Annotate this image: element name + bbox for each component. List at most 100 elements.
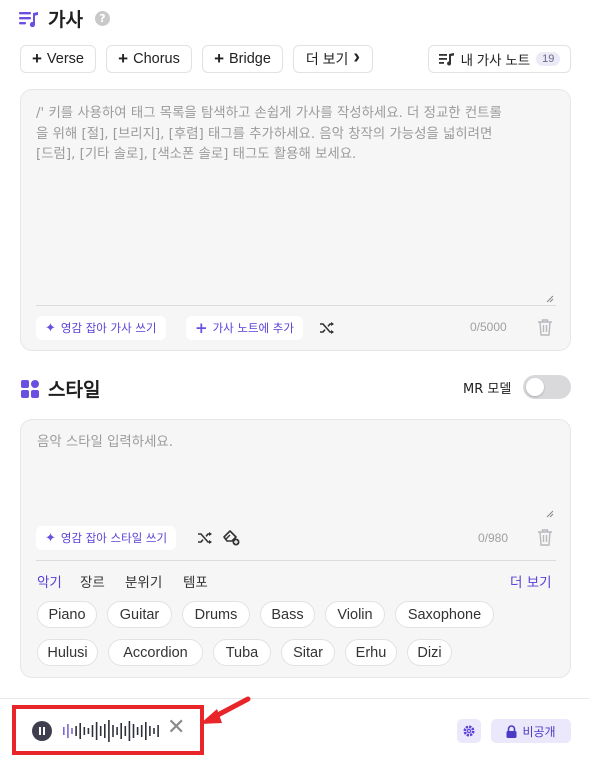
lock-icon	[506, 724, 517, 738]
lyrics-title: 가사	[48, 9, 83, 31]
waveform[interactable]	[62, 718, 162, 744]
waveform-bar	[91, 725, 94, 737]
inspire-lyrics-label: 영감 잡아 가사 쓰기	[60, 321, 157, 335]
magic-eraser-icon[interactable]	[222, 529, 241, 546]
style-divider	[36, 560, 556, 561]
waveform-bar	[79, 723, 81, 739]
lyrics-divider	[36, 305, 556, 306]
waveform-bar	[104, 724, 106, 738]
style-header: 스타일	[20, 375, 100, 402]
chip-hulusi[interactable]: Hulusi	[37, 639, 98, 666]
audio-player: ✕	[12, 705, 204, 755]
add-bridge-button[interactable]: + Bridge	[202, 45, 283, 73]
tab-instrument[interactable]: 악기	[37, 571, 62, 591]
trash-icon[interactable]	[537, 318, 553, 336]
waveform-bar	[153, 728, 155, 734]
more-tags-button[interactable]: 더 보기 ›	[293, 45, 373, 73]
sparkle-icon: ✦	[45, 320, 56, 336]
waveform-bar	[140, 725, 143, 737]
waveform-bar	[145, 722, 147, 740]
chip-piano[interactable]: Piano	[37, 601, 97, 628]
waveform-bar	[87, 728, 90, 734]
lyrics-input[interactable]: /' 키를 사용하여 태그 목록을 탐색하고 손쉽게 가사를 작성하세요. 더 …	[36, 104, 561, 166]
waveform-bar	[149, 726, 151, 736]
chip-erhu[interactable]: Erhu	[345, 639, 397, 666]
shuffle-icon[interactable]	[319, 321, 335, 335]
more-styles-link[interactable]: 더 보기	[510, 571, 552, 591]
tab-genre[interactable]: 장르	[80, 571, 105, 591]
lyrics-char-counter: 0/5000	[470, 320, 507, 334]
style-input[interactable]: 음악 스타일 입력하세요.	[37, 433, 537, 454]
close-player-icon[interactable]: ✕	[167, 717, 185, 739]
waveform-bar	[112, 725, 114, 737]
chip-tuba[interactable]: Tuba	[213, 639, 271, 666]
bottom-divider	[0, 698, 589, 699]
waveform-bar	[99, 726, 102, 736]
waveform-bar	[120, 723, 122, 739]
waveform-bar	[128, 721, 131, 741]
plus-icon: +	[118, 49, 129, 68]
lyrics-placeholder-line: [드럼], [기타 솔로], [색소폰 솔로] 태그도 활용해 보세요.	[36, 147, 357, 162]
style-title: 스타일	[48, 379, 101, 401]
chip-violin[interactable]: Violin	[325, 601, 385, 628]
waveform-bar	[132, 724, 135, 738]
shuffle-icon[interactable]	[197, 531, 213, 545]
inspire-style-button[interactable]: ✦ 영감 잡아 스타일 쓰기	[36, 526, 177, 550]
pause-icon	[43, 727, 45, 735]
resize-handle-icon[interactable]	[546, 295, 554, 303]
waveform-bar	[83, 727, 86, 735]
resize-handle-icon[interactable]	[546, 510, 554, 518]
inspire-style-label: 영감 잡아 스타일 쓰기	[60, 531, 168, 545]
pause-button[interactable]	[32, 721, 52, 741]
waveform-bar	[95, 722, 98, 740]
waveform-bar	[67, 724, 69, 738]
waveform-bar	[71, 728, 73, 734]
more-tags-label: 더 보기	[305, 51, 349, 67]
lyrics-placeholder-line: 을 위해 [절], [브리지], [후렴] 태그를 추가하세요. 음악 창작의 …	[36, 126, 493, 142]
bridge-label: Bridge	[229, 51, 271, 67]
note-count-badge: 19	[536, 52, 561, 66]
lyrics-header: 가사 ?	[18, 5, 110, 32]
waveform-bar	[75, 726, 77, 736]
trash-icon[interactable]	[537, 528, 553, 546]
plus-icon: +	[214, 49, 224, 68]
waveform-bar	[108, 720, 110, 742]
mr-model-toggle[interactable]	[523, 375, 571, 399]
settings-button[interactable]	[457, 719, 481, 743]
toggle-knob	[526, 378, 544, 396]
chevron-right-icon: ›	[353, 46, 361, 68]
chip-dizi[interactable]: Dizi	[407, 639, 452, 666]
lyrics-note-button[interactable]: 내 가사 노트 19	[428, 45, 571, 73]
annotation-arrow	[200, 696, 251, 724]
chip-accordion[interactable]: Accordion	[108, 639, 203, 666]
add-verse-button[interactable]: + Verse	[20, 45, 96, 73]
chip-saxophone[interactable]: Saxophone	[395, 601, 494, 628]
waveform-bar	[63, 727, 65, 735]
plus-icon: +	[31, 49, 42, 68]
verse-label: Verse	[46, 51, 85, 67]
inspire-lyrics-button[interactable]: ✦ 영감 잡아 가사 쓰기	[36, 316, 166, 340]
chip-bass[interactable]: Bass	[260, 601, 315, 628]
chorus-label: Chorus	[133, 51, 180, 67]
chip-drums[interactable]: Drums	[182, 601, 250, 628]
visibility-button[interactable]: 비공개	[491, 719, 571, 743]
plus-icon: +	[195, 319, 208, 337]
waveform-bar	[116, 727, 118, 735]
add-to-note-label: 가사 노트에 추가	[212, 321, 294, 335]
tab-tempo[interactable]: 템포	[183, 571, 208, 591]
help-icon[interactable]: ?	[94, 11, 110, 26]
lyrics-placeholder-line: /' 키를 사용하여 태그 목록을 탐색하고 손쉽게 가사를 작성하세요. 더 …	[36, 106, 502, 121]
waveform-bar	[124, 726, 127, 736]
style-grid-icon	[21, 379, 39, 398]
lyrics-note-label: 내 가사 노트	[460, 53, 531, 68]
chip-sitar[interactable]: Sitar	[281, 639, 335, 666]
sparkle-icon: ✦	[45, 530, 56, 546]
music-note-icon	[438, 53, 454, 66]
visibility-label: 비공개	[522, 724, 556, 739]
chip-guitar[interactable]: Guitar	[107, 601, 172, 628]
tab-mood[interactable]: 분위기	[125, 571, 162, 591]
add-to-note-button[interactable]: + 가사 노트에 추가	[186, 316, 303, 340]
add-chorus-button[interactable]: + Chorus	[106, 45, 192, 73]
gear-icon	[463, 725, 475, 737]
waveform-bar	[157, 725, 159, 737]
